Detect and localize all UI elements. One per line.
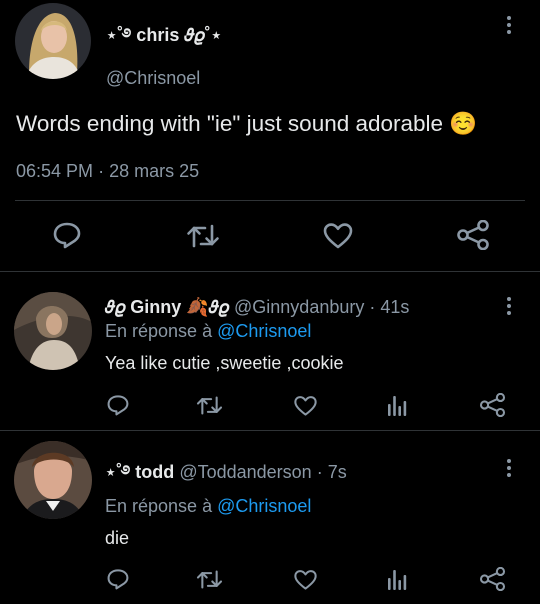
handle[interactable]: @Toddanderson xyxy=(179,462,311,482)
avatar[interactable] xyxy=(15,3,91,79)
avatar[interactable] xyxy=(14,292,92,370)
like-icon xyxy=(294,396,317,416)
reply-context: En réponse à @Chrisnoel xyxy=(105,321,311,342)
more-options-button[interactable] xyxy=(506,297,512,315)
retweet-button[interactable] xyxy=(186,223,220,249)
reply-prefix: En réponse à xyxy=(105,321,213,341)
like-button[interactable] xyxy=(322,222,354,250)
timestamp: · 7s xyxy=(316,462,347,482)
reply-context: En réponse à @Chrisnoel xyxy=(105,496,311,517)
views-button[interactable] xyxy=(386,567,408,591)
views-button[interactable] xyxy=(386,393,408,417)
tweet-time: 06:54 PM xyxy=(16,161,94,181)
like-icon xyxy=(323,223,353,249)
reply-button[interactable] xyxy=(106,394,130,416)
more-icon xyxy=(507,459,511,463)
divider xyxy=(15,200,525,201)
more-icon xyxy=(507,16,511,20)
reply-button[interactable] xyxy=(106,568,130,590)
divider xyxy=(0,271,540,272)
retweet-icon xyxy=(196,396,223,415)
share-button[interactable] xyxy=(479,393,506,417)
like-button[interactable] xyxy=(293,395,318,417)
tweet-text: Yea like cutie ,sweetie ,cookie xyxy=(105,353,344,373)
share-icon xyxy=(457,220,489,250)
reply-header: 𝜗𝜚 Ginny 🍂𝜗𝜚 @Ginnydanbury · 41s xyxy=(105,297,409,318)
timestamp: · 41s xyxy=(369,297,410,317)
share-icon xyxy=(479,393,506,417)
reply-icon xyxy=(107,395,129,416)
tweet-date: 28 mars 25 xyxy=(109,161,200,181)
views-icon xyxy=(388,396,407,416)
reply-prefix: En réponse à xyxy=(105,496,213,516)
share-button[interactable] xyxy=(479,567,506,591)
reply-icon xyxy=(107,569,129,590)
display-name[interactable]: ⋆˚࿔ chris 𝜗𝜚˚⋆ xyxy=(106,16,222,66)
share-icon xyxy=(479,567,506,591)
mention-link[interactable]: @Chrisnoel xyxy=(217,321,311,341)
retweet-icon xyxy=(187,224,219,248)
reply-icon xyxy=(53,222,81,249)
handle[interactable]: @Ginnydanbury xyxy=(234,297,364,317)
retweet-icon xyxy=(196,570,223,589)
more-options-button[interactable] xyxy=(506,16,512,34)
retweet-button[interactable] xyxy=(196,395,223,416)
like-icon xyxy=(294,570,317,590)
tweet-text: die xyxy=(105,528,130,548)
avatar[interactable] xyxy=(14,441,92,519)
mention-link[interactable]: @Chrisnoel xyxy=(217,496,311,516)
handle[interactable]: @Chrisnoel xyxy=(106,68,200,89)
reply-button[interactable] xyxy=(52,221,82,249)
like-button[interactable] xyxy=(293,569,318,591)
more-icon xyxy=(507,297,511,301)
display-name[interactable]: ⋆˚࿔ todd xyxy=(105,462,174,482)
tweet-text: Words ending with "ie" just sound adorab… xyxy=(16,111,478,136)
meta-separator: · xyxy=(98,161,105,181)
more-options-button[interactable] xyxy=(506,459,512,477)
tweet-meta: 06:54 PM · 28 mars 25 xyxy=(16,161,199,182)
display-name[interactable]: 𝜗𝜚 Ginny 🍂𝜗𝜚 xyxy=(105,297,229,317)
divider xyxy=(0,430,540,431)
share-button[interactable] xyxy=(456,220,490,250)
retweet-button[interactable] xyxy=(196,569,223,590)
views-icon xyxy=(388,570,407,590)
